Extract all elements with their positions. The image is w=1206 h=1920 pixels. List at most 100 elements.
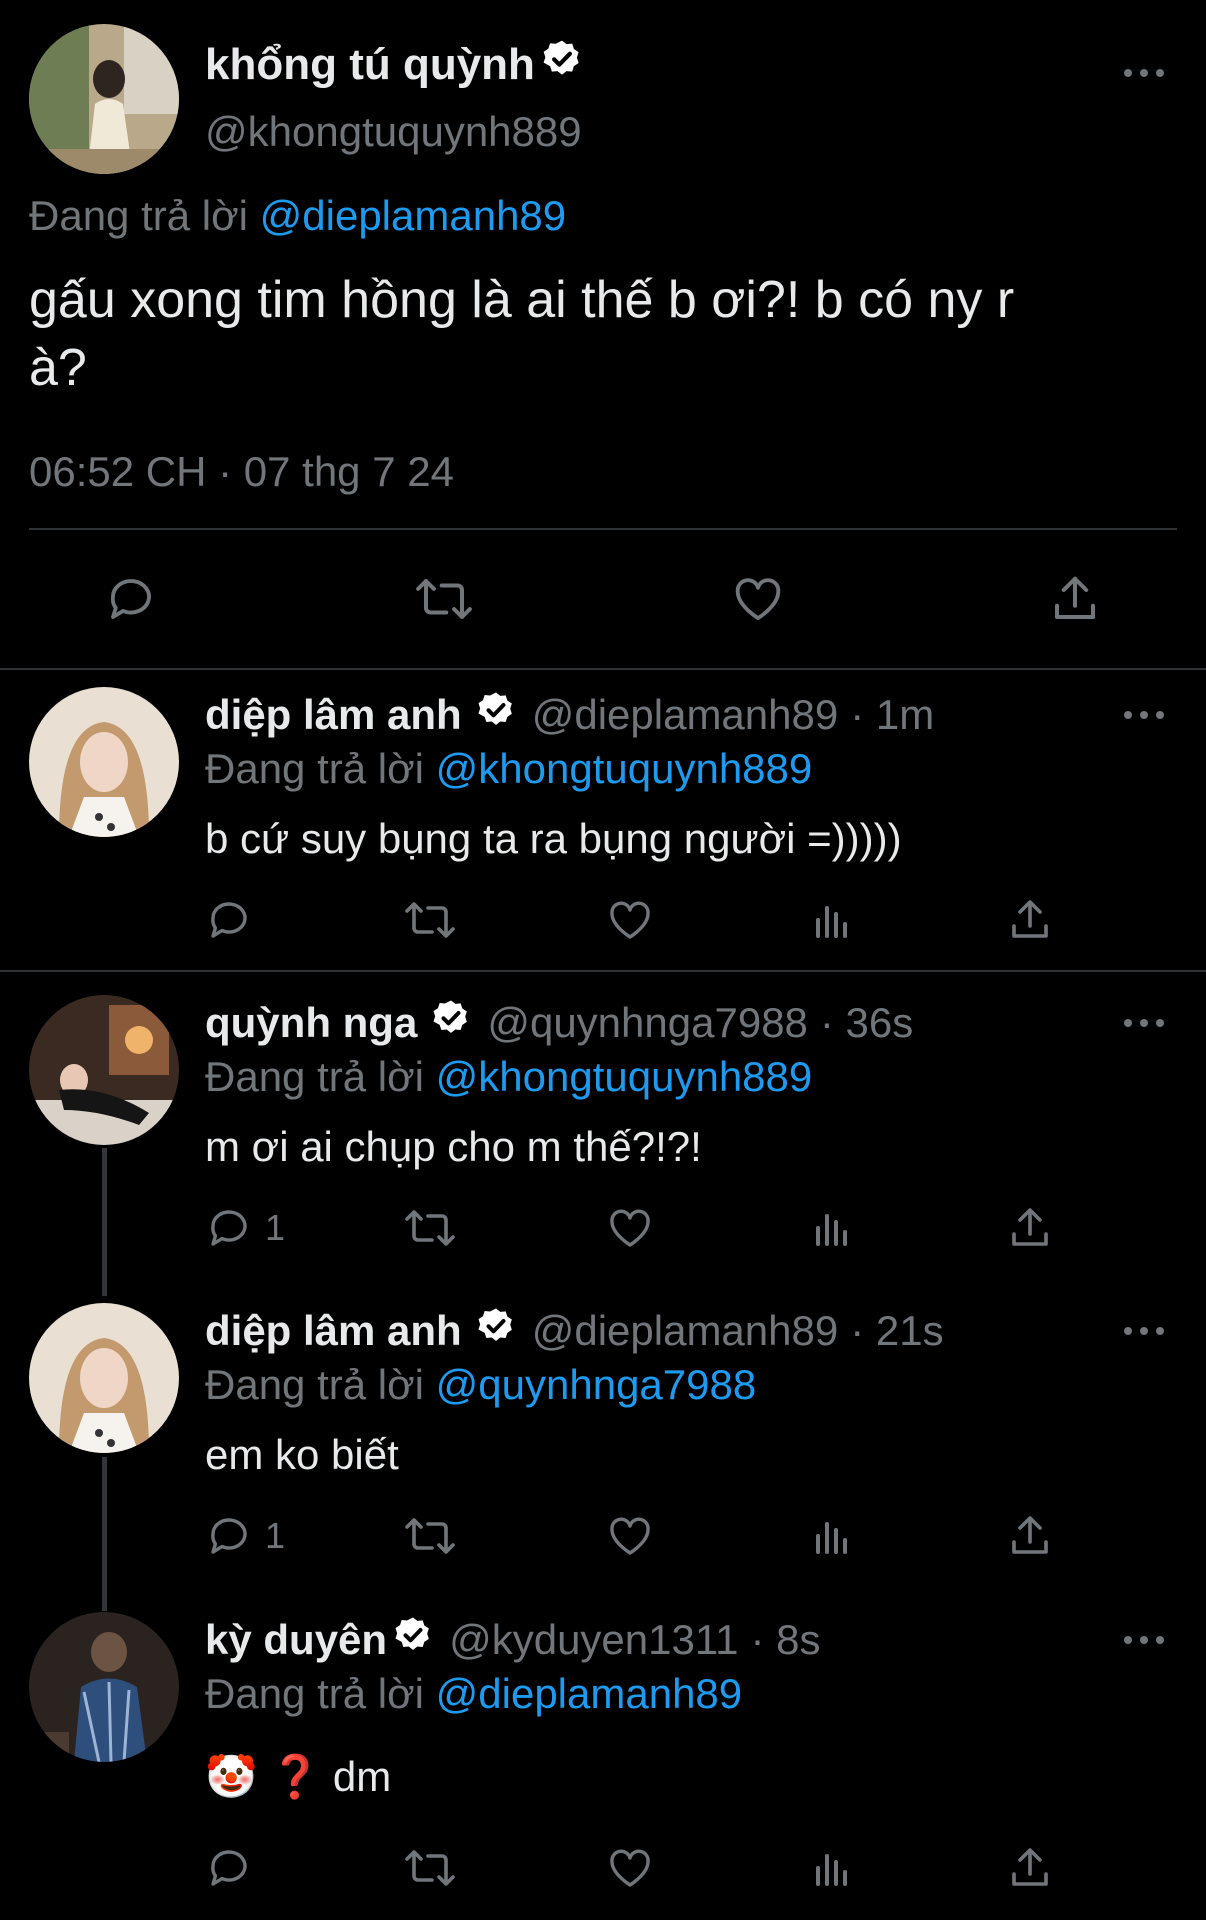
share-button[interactable] (1006, 1844, 1054, 1892)
reply-icon (211, 1210, 247, 1246)
tweet-time[interactable]: · 21s (850, 1307, 943, 1355)
avatar[interactable] (29, 24, 179, 174)
handle[interactable]: @dieplamanh89 (532, 1307, 839, 1355)
share-icon (1012, 1516, 1048, 1554)
retweet-button[interactable] (402, 1512, 458, 1560)
display-name-text: kỳ duyên (205, 1616, 388, 1663)
more-icon[interactable] (1124, 1324, 1164, 1338)
display-name[interactable]: diệp lâm anh @dieplamanh89 · 1m (205, 690, 934, 740)
reply-button[interactable] (205, 896, 265, 944)
retweet-icon (405, 1518, 455, 1554)
reply-count: 1 (265, 1515, 286, 1556)
reply-icon (211, 1850, 247, 1886)
replying-to-link[interactable]: @dieplamanh89 (260, 192, 567, 239)
tweet-time[interactable]: · 36s (820, 999, 913, 1047)
replying-prefix: Đang trả lời (205, 1670, 424, 1717)
more-icon[interactable] (1124, 1633, 1164, 1647)
like-button[interactable] (606, 1844, 654, 1892)
views-button[interactable] (808, 1204, 856, 1252)
like-button[interactable] (606, 896, 654, 944)
replying-to-link[interactable]: @khongtuquynh889 (436, 1053, 813, 1100)
avatar[interactable] (29, 687, 179, 837)
views-icon (816, 906, 847, 938)
replying-to-line: Đang trả lời @khongtuquynh889 (205, 745, 812, 793)
replying-prefix: Đang trả lời (205, 745, 424, 792)
avatar[interactable] (29, 1612, 179, 1762)
like-icon (610, 1209, 650, 1247)
reply-count: 1 (265, 1207, 286, 1248)
handle[interactable]: @dieplamanh89 (532, 691, 839, 739)
display-name[interactable]: quỳnh nga @quynhnga7988 · 36s (205, 998, 913, 1048)
share-button[interactable] (1048, 572, 1102, 626)
tweet-text-line-1: gấu xong tim hồng là ai thế b ơi?! b có … (29, 271, 1015, 329)
retweet-button[interactable] (402, 896, 458, 944)
verified-icon (541, 38, 583, 91)
views-icon (816, 1214, 847, 1246)
views-icon (816, 1522, 847, 1554)
avatar[interactable] (29, 1303, 179, 1453)
retweet-button[interactable] (402, 1844, 458, 1892)
share-button[interactable] (1006, 1204, 1054, 1252)
more-icon[interactable] (1124, 708, 1164, 722)
share-icon (1012, 1208, 1048, 1246)
handle[interactable]: @khongtuquynh889 (205, 108, 582, 156)
like-icon (610, 1849, 650, 1887)
views-button[interactable] (808, 1844, 856, 1892)
reply-button[interactable] (205, 1844, 265, 1892)
replying-to-line: Đang trả lời @dieplamanh89 (29, 192, 566, 240)
replying-to-link[interactable]: @quynhnga7988 (436, 1361, 757, 1408)
retweet-icon (416, 578, 472, 620)
share-icon (1012, 1848, 1048, 1886)
replying-to-link[interactable]: @khongtuquynh889 (436, 745, 813, 792)
display-name[interactable]: kỳ duyên @kyduyen1311 · 8s (205, 1615, 820, 1665)
display-name[interactable]: khổng tú quỳnh (205, 38, 583, 91)
tweet-text-line-2: à? (29, 339, 87, 397)
views-button[interactable] (808, 1512, 856, 1560)
retweet-icon (405, 1850, 455, 1886)
reply-button[interactable]: 1 (205, 1204, 285, 1252)
like-button[interactable] (730, 572, 786, 626)
thread-connector (102, 1457, 107, 1611)
replying-to-line: Đang trả lời @khongtuquynh889 (205, 1053, 812, 1101)
more-icon[interactable] (1124, 66, 1164, 80)
thread-connector (102, 1148, 107, 1296)
tweet-text: b cứ suy bụng ta ra bụng người =))))) (205, 815, 902, 862)
display-name[interactable]: diệp lâm anh @dieplamanh89 · 21s (205, 1306, 944, 1356)
share-button[interactable] (1006, 1512, 1054, 1560)
replying-prefix: Đang trả lời (205, 1053, 424, 1100)
avatar[interactable] (29, 995, 179, 1145)
replying-prefix: Đang trả lời (205, 1361, 424, 1408)
replying-to-link[interactable]: @dieplamanh89 (436, 1670, 743, 1717)
reply-button[interactable] (104, 572, 158, 626)
share-button[interactable] (1006, 896, 1054, 944)
tweet-time[interactable]: · 1m (850, 691, 934, 739)
views-button[interactable] (808, 896, 856, 944)
retweet-button[interactable] (402, 1204, 458, 1252)
tweet-text: 🤡 ❓ dm (205, 1753, 392, 1800)
verified-icon (476, 690, 516, 740)
divider (0, 970, 1206, 972)
retweet-button[interactable] (412, 572, 476, 626)
display-name-text: diệp lâm anh (205, 691, 462, 738)
like-icon (610, 901, 650, 939)
tweet-text: em ko biết (205, 1431, 399, 1478)
share-icon (1012, 900, 1048, 938)
retweet-icon (405, 1210, 455, 1246)
reply-icon (211, 1518, 247, 1554)
like-button[interactable] (606, 1512, 654, 1560)
handle[interactable]: @kyduyen1311 (449, 1616, 738, 1664)
like-icon (610, 1517, 650, 1555)
replying-to-line: Đang trả lời @dieplamanh89 (205, 1670, 742, 1718)
reply-button[interactable]: 1 (205, 1512, 285, 1560)
more-icon[interactable] (1124, 1016, 1164, 1030)
tweet-timestamp[interactable]: 06:52 CH · 07 thg 7 24 (29, 448, 454, 496)
tweet-time[interactable]: · 8s (750, 1616, 820, 1664)
share-icon (1054, 576, 1096, 620)
verified-icon (476, 1306, 516, 1356)
handle[interactable]: @quynhnga7988 (487, 999, 808, 1047)
verified-icon (393, 1615, 433, 1665)
display-name-text: quỳnh nga (205, 999, 418, 1046)
divider (0, 668, 1206, 670)
like-button[interactable] (606, 1204, 654, 1252)
tweet-text: m ơi ai chụp cho m thế?!?! (205, 1123, 702, 1170)
